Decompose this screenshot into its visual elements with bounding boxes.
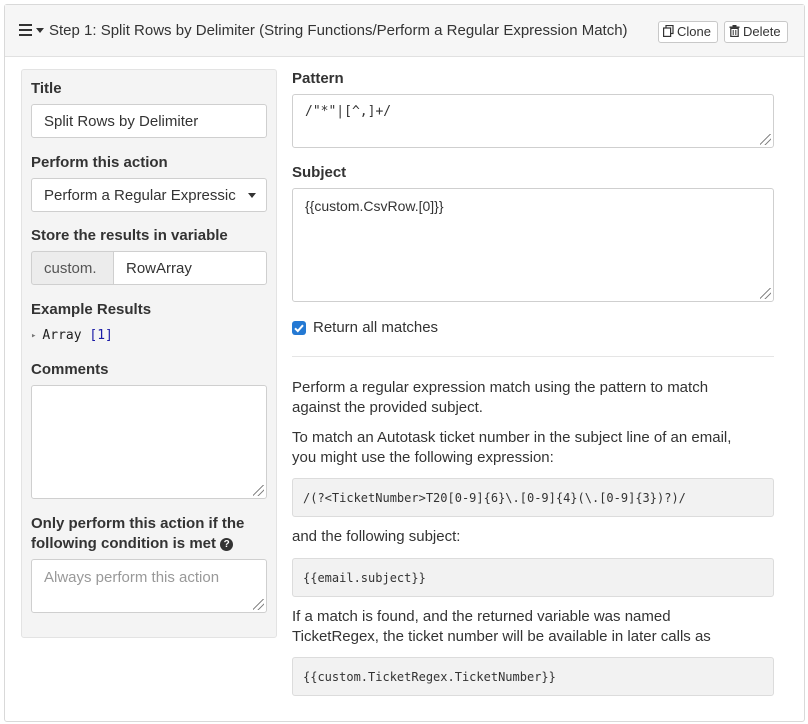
description-paragraph-3: and the following subject: <box>292 528 461 545</box>
condition-label-line1: Only perform this action if the <box>31 515 245 532</box>
return-all-label[interactable]: Return all matches <box>313 319 438 336</box>
title-input-value: Split Rows by Delimiter <box>44 113 199 130</box>
description-1-line-1: Perform a regular expression match using… <box>292 379 709 396</box>
question-circle-icon[interactable]: ? <box>220 538 234 551</box>
subject-value: {{custom.CsvRow.[0]}} <box>305 198 444 214</box>
step-menu-toggle[interactable] <box>19 23 49 39</box>
resize-grip-icon[interactable] <box>760 134 771 145</box>
clone-icon <box>663 25 674 37</box>
code-example-pattern: /(?<TicketNumber>T20[0-9]{6}\.[0-9]{4}(\… <box>292 478 774 517</box>
tree-count: [1] <box>89 328 113 343</box>
delete-label: Delete <box>743 24 781 39</box>
checkmark-icon <box>294 324 304 333</box>
pattern-value: /"*"|[^,]+/ <box>305 104 392 119</box>
action-label: Perform this action <box>31 154 168 171</box>
tree-key: Array <box>42 328 82 343</box>
subject-textarea[interactable]: {{custom.CsvRow.[0]}} <box>292 188 774 302</box>
delete-button[interactable]: Delete <box>724 21 788 43</box>
condition-label-text: following condition is met <box>31 535 216 552</box>
description-2-line-2: you might use the following expression: <box>292 449 554 466</box>
resize-grip-icon[interactable] <box>253 485 264 496</box>
description-paragraph-4: If a match is found, and the returned va… <box>292 607 774 647</box>
description-4-line-2: TicketRegex, the ticket number will be a… <box>292 628 711 645</box>
description-2-line-1: To match an Autotask ticket number in th… <box>292 429 732 446</box>
title-label: Title <box>31 80 62 97</box>
comments-label: Comments <box>31 361 109 378</box>
condition-label-line2: following condition is met ? <box>31 535 234 552</box>
section-divider <box>292 356 774 357</box>
description-paragraph-2: To match an Autotask ticket number in th… <box>292 428 774 468</box>
chevron-down-icon <box>248 193 256 198</box>
code-example-variable: {{custom.TicketRegex.TicketNumber}} <box>292 657 774 696</box>
code-example-subject: {{email.subject}} <box>292 558 774 597</box>
expand-triangle-icon: ▸ <box>31 331 37 341</box>
resize-grip-icon[interactable] <box>253 599 264 610</box>
description-1-line-2: against the provided subject. <box>292 399 483 416</box>
pattern-label: Pattern <box>292 70 344 87</box>
chevron-down-icon <box>36 28 44 33</box>
return-all-checkbox[interactable] <box>292 321 306 335</box>
example-results-label: Example Results <box>31 301 152 318</box>
description-4-line-1: If a match is found, and the returned va… <box>292 608 671 625</box>
variable-prefix: custom. <box>31 251 114 285</box>
comments-textarea[interactable] <box>31 385 267 499</box>
condition-placeholder: Always perform this action <box>44 569 220 586</box>
trash-icon <box>729 25 740 37</box>
subject-label: Subject <box>292 164 347 181</box>
description-paragraph-1: Perform a regular expression match using… <box>292 378 774 418</box>
condition-textarea[interactable]: Always perform this action <box>31 559 267 613</box>
clone-label: Clone <box>677 24 711 39</box>
clone-button[interactable]: Clone <box>658 21 718 43</box>
resize-grip-icon[interactable] <box>760 288 771 299</box>
action-select-value: Perform a Regular Expressic <box>44 187 236 204</box>
variable-name-input[interactable]: RowArray <box>113 251 267 285</box>
step-panel: Step 1: Split Rows by Delimiter (String … <box>4 4 805 722</box>
title-input[interactable]: Split Rows by Delimiter <box>31 104 267 138</box>
action-select[interactable]: Perform a Regular Expressic <box>31 178 267 212</box>
hamburger-icon <box>19 24 32 36</box>
store-label: Store the results in variable <box>31 227 228 244</box>
pattern-textarea[interactable]: /"*"|[^,]+/ <box>292 94 774 148</box>
variable-name-value: RowArray <box>126 260 192 277</box>
example-results-tree[interactable]: ▸ Array [1] <box>31 328 113 343</box>
step-title: Step 1: Split Rows by Delimiter (String … <box>49 22 628 39</box>
step-header: Step 1: Split Rows by Delimiter (String … <box>5 5 804 57</box>
